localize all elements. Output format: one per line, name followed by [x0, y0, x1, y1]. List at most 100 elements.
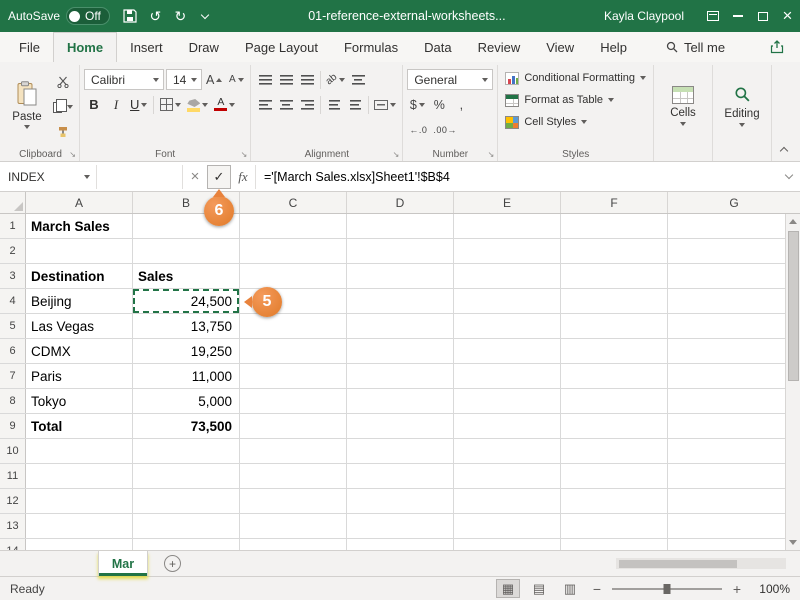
font-dialog-launcher[interactable]: ↘ [241, 151, 248, 159]
collapse-ribbon-button[interactable] [776, 142, 792, 156]
cell-D2[interactable] [347, 239, 454, 263]
tab-home[interactable]: Home [53, 32, 117, 62]
cancel-button[interactable]: × [183, 165, 207, 189]
cell-D11[interactable] [347, 464, 454, 488]
cell-E8[interactable] [454, 389, 561, 413]
cell-A12[interactable] [26, 489, 133, 513]
font-color-button[interactable]: A [212, 95, 237, 115]
cell-A1[interactable]: March Sales [26, 214, 133, 238]
decrease-decimal-button[interactable]: .00→ [431, 120, 459, 140]
cell-G8[interactable] [668, 389, 800, 413]
cell-C8[interactable] [240, 389, 347, 413]
cell-D6[interactable] [347, 339, 454, 363]
cell-D1[interactable] [347, 214, 454, 238]
cell-E12[interactable] [454, 489, 561, 513]
cell-C9[interactable] [240, 414, 347, 438]
cell-B3[interactable]: Sales [133, 264, 240, 288]
conditional-formatting-button[interactable]: Conditional Formatting [502, 67, 649, 89]
cell-C5[interactable] [240, 314, 347, 338]
cell-B12[interactable] [133, 489, 240, 513]
cell-E4[interactable] [454, 289, 561, 313]
cell-A8[interactable]: Tokyo [26, 389, 133, 413]
paste-button[interactable]: Paste [6, 67, 48, 143]
row-header-1[interactable]: 1 [0, 214, 26, 238]
cell-G6[interactable] [668, 339, 800, 363]
cell-G13[interactable] [668, 514, 800, 538]
cut-button[interactable] [51, 72, 75, 92]
fill-color-button[interactable] [185, 95, 210, 115]
vertical-scroll-thumb[interactable] [788, 231, 799, 381]
comma-style-button[interactable]: , [451, 95, 471, 115]
row-header-7[interactable]: 7 [0, 364, 26, 388]
ribbon-display-options-button[interactable] [700, 0, 725, 32]
maximize-button[interactable] [750, 0, 775, 32]
cell-B11[interactable] [133, 464, 240, 488]
cell-G2[interactable] [668, 239, 800, 263]
autosave-control[interactable]: AutoSave Off [8, 7, 110, 25]
decrease-indent-button[interactable] [324, 95, 344, 115]
sheet-tab-mar[interactable]: Mar [98, 551, 148, 576]
row-header-10[interactable]: 10 [0, 439, 26, 463]
cell-A5[interactable]: Las Vegas [26, 314, 133, 338]
cell-E6[interactable] [454, 339, 561, 363]
cell-G1[interactable] [668, 214, 800, 238]
cell-G5[interactable] [668, 314, 800, 338]
align-right-button[interactable] [297, 95, 317, 115]
vertical-scrollbar[interactable] [785, 214, 800, 550]
cell-E7[interactable] [454, 364, 561, 388]
zoom-slider-knob[interactable] [664, 584, 671, 594]
cell-E5[interactable] [454, 314, 561, 338]
cell-B10[interactable] [133, 439, 240, 463]
cell-A9[interactable]: Total [26, 414, 133, 438]
cell-G7[interactable] [668, 364, 800, 388]
tab-view[interactable]: View [533, 32, 587, 62]
cell-D7[interactable] [347, 364, 454, 388]
cell-F10[interactable] [561, 439, 668, 463]
align-left-button[interactable] [255, 95, 275, 115]
cell-F6[interactable] [561, 339, 668, 363]
cell-C10[interactable] [240, 439, 347, 463]
cell-B7[interactable]: 11,000 [133, 364, 240, 388]
tab-insert[interactable]: Insert [117, 32, 176, 62]
row-header-13[interactable]: 13 [0, 514, 26, 538]
zoom-percentage[interactable]: 100% [752, 582, 790, 596]
cell-D13[interactable] [347, 514, 454, 538]
horizontal-scroll-thumb[interactable] [619, 560, 737, 568]
cell-A4[interactable]: Beijing [26, 289, 133, 313]
cell-B9[interactable]: 73,500 [133, 414, 240, 438]
row-header-5[interactable]: 5 [0, 314, 26, 338]
cell-G10[interactable] [668, 439, 800, 463]
wrap-text-button[interactable] [348, 70, 368, 90]
cell-G4[interactable] [668, 289, 800, 313]
zoom-in-button[interactable]: + [729, 581, 745, 597]
increase-font-size-button[interactable]: A [204, 70, 224, 90]
new-sheet-button[interactable]: + [164, 555, 181, 572]
normal-view-button[interactable]: ▦ [496, 579, 520, 598]
cell-F2[interactable] [561, 239, 668, 263]
cell-E2[interactable] [454, 239, 561, 263]
cell-C2[interactable] [240, 239, 347, 263]
enter-button[interactable]: ✓ [207, 165, 231, 189]
cell-B14[interactable] [133, 539, 240, 550]
zoom-out-button[interactable]: − [589, 581, 605, 597]
cell-F3[interactable] [561, 264, 668, 288]
cell-G12[interactable] [668, 489, 800, 513]
cell-D3[interactable] [347, 264, 454, 288]
format-painter-button[interactable] [51, 122, 75, 142]
cell-A2[interactable] [26, 239, 133, 263]
page-layout-view-button[interactable]: ▤ [527, 579, 551, 598]
cell-B4[interactable]: 24,500 [133, 289, 240, 313]
cell-D4[interactable] [347, 289, 454, 313]
cell-A10[interactable] [26, 439, 133, 463]
cell-E9[interactable] [454, 414, 561, 438]
tab-review[interactable]: Review [465, 32, 534, 62]
cells-button[interactable]: Cells [658, 67, 708, 145]
cell-C14[interactable] [240, 539, 347, 550]
cell-C7[interactable] [240, 364, 347, 388]
align-top-button[interactable] [255, 70, 275, 90]
page-break-view-button[interactable]: ▥ [558, 579, 582, 598]
cell-F9[interactable] [561, 414, 668, 438]
share-button[interactable] [760, 32, 794, 62]
tab-formulas[interactable]: Formulas [331, 32, 411, 62]
cell-G9[interactable] [668, 414, 800, 438]
